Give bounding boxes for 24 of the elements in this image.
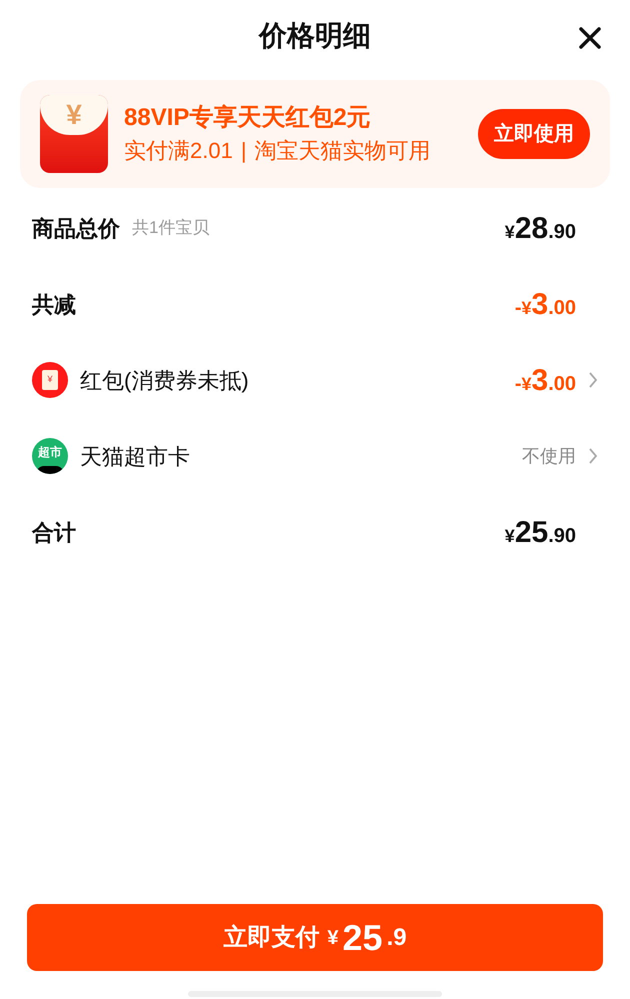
price: ¥28.90 bbox=[504, 210, 576, 246]
use-now-button[interactable]: 立即使用 bbox=[478, 109, 590, 159]
close-button[interactable] bbox=[576, 24, 604, 52]
price: -¥3.00 bbox=[514, 362, 576, 398]
envelope-icon: ¥ bbox=[40, 95, 108, 173]
promo-scope: 淘宝天猫实物可用 bbox=[254, 137, 431, 165]
price: -¥3.00 bbox=[514, 286, 576, 322]
item-count: 共1件宝贝 bbox=[132, 217, 210, 240]
row-label: 红包(消费券未抵) bbox=[80, 366, 249, 394]
supermarket-card-icon: 超市 bbox=[32, 438, 68, 474]
row-value[interactable]: 不使用 bbox=[522, 442, 576, 470]
row-label: 商品总价 bbox=[32, 214, 120, 242]
pay-now-button[interactable]: 立即支付 ¥25.9 bbox=[27, 904, 603, 971]
chevron-right-icon bbox=[588, 371, 598, 389]
promo-title: 88VIP专享天天红包2元 bbox=[124, 103, 372, 134]
row-label: 共减 bbox=[32, 290, 76, 318]
page-title: 价格明细 bbox=[259, 19, 371, 53]
row-label: 天猫超市卡 bbox=[80, 442, 190, 470]
chevron-right-icon bbox=[588, 447, 598, 465]
row-label: 合计 bbox=[32, 518, 76, 546]
price: ¥25.90 bbox=[504, 514, 576, 550]
separator: | bbox=[240, 137, 247, 165]
envelope-icon: ¥ bbox=[32, 362, 68, 398]
promo-condition: 实付满2.01 bbox=[124, 137, 233, 165]
